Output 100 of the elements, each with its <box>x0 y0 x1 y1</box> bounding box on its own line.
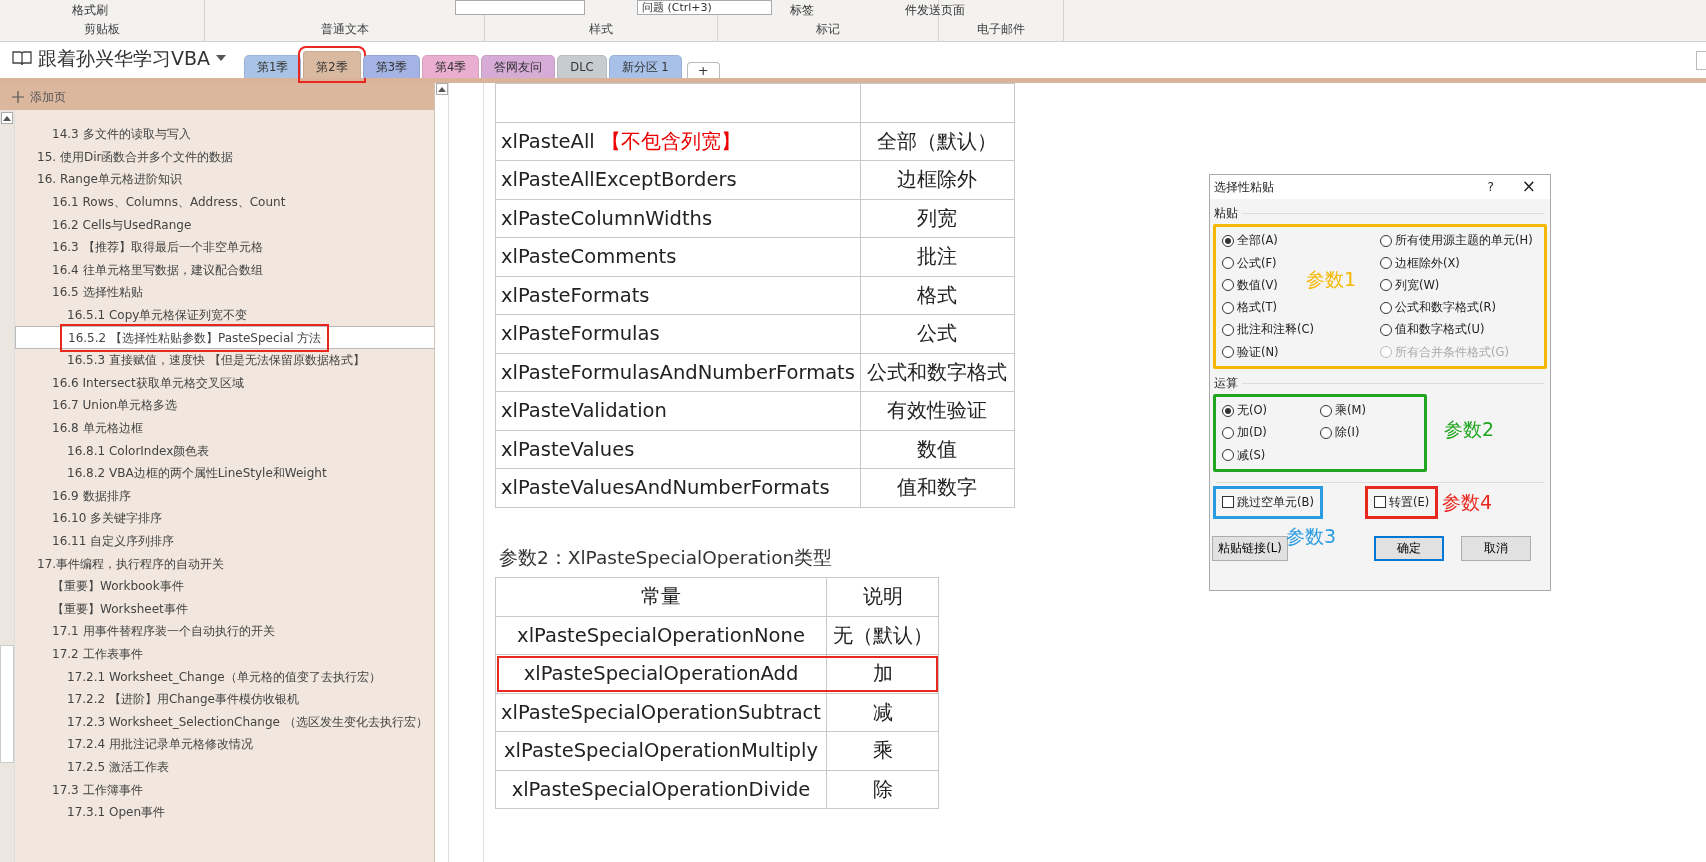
radio-button[interactable] <box>1222 301 1234 314</box>
option-label[interactable]: 值和数字格式(U) <box>1395 321 1485 339</box>
page-item[interactable]: 17.2 工作表事件 <box>52 644 143 663</box>
option-label[interactable]: 数值(V) <box>1237 276 1278 294</box>
page-item[interactable]: 15. 使用Dir函数合并多个文件的数据 <box>37 147 234 166</box>
option-label[interactable]: 加(D) <box>1237 424 1267 442</box>
page-item[interactable]: 17.3 工作簿事件 <box>52 780 143 799</box>
page-item[interactable]: 16.8 单元格边框 <box>52 419 143 437</box>
page-item[interactable]: 【重要】Worksheet事件 <box>52 599 188 618</box>
option-label[interactable]: 无(O) <box>1237 402 1268 420</box>
radio-button[interactable] <box>1222 426 1234 439</box>
radio-button[interactable] <box>1222 234 1234 247</box>
add-tab-button[interactable]: + <box>686 62 720 78</box>
section-tab[interactable]: 第4季 <box>422 54 480 78</box>
annotation-label: 参数1 <box>1306 267 1357 293</box>
notebook-title[interactable]: 跟着孙兴华学习VBA <box>38 43 211 72</box>
dropdown-field[interactable] <box>455 0 585 15</box>
section-tab[interactable]: 第1季 <box>244 54 302 78</box>
radio-button[interactable] <box>1380 279 1392 292</box>
page-item[interactable]: 16.11 自定义序列排序 <box>52 532 175 550</box>
section-tab[interactable]: DLC <box>557 54 607 78</box>
scroll-thumb[interactable] <box>0 645 14 763</box>
option-label[interactable]: 减(S) <box>1237 446 1266 464</box>
radio-button[interactable] <box>1222 279 1234 292</box>
option-label[interactable]: 乘(M) <box>1335 402 1366 420</box>
page-item[interactable]: 16.4 往单元格里写数据，建议配合数组 <box>52 260 263 279</box>
checkbox[interactable] <box>1374 496 1386 509</box>
checkbox-label[interactable]: 跳过空单元(B) <box>1237 493 1314 511</box>
page-item[interactable]: 16. Range单元格进阶知识 <box>37 170 182 189</box>
column-header: 常量 <box>495 577 827 617</box>
annotation-label: 参数4 <box>1442 489 1493 515</box>
option-label[interactable]: 验证(N) <box>1237 343 1279 361</box>
close-button[interactable]: × <box>1521 174 1536 200</box>
notebook-icon <box>12 49 32 66</box>
option-label[interactable]: 除(I) <box>1335 424 1360 442</box>
option-label[interactable]: 批注和注释(C) <box>1237 321 1314 339</box>
add-page-button[interactable]: 添加页 <box>30 87 66 106</box>
radio-button[interactable] <box>1222 449 1234 462</box>
radio-button[interactable] <box>1222 257 1234 270</box>
page-item[interactable]: 16.3 【推荐】取得最后一个非空单元格 <box>52 238 263 257</box>
dialog-button[interactable]: 粘贴链接(L) <box>1212 535 1288 561</box>
radio-button[interactable] <box>1380 257 1392 270</box>
ribbon-button[interactable]: 格式刷 <box>72 1 108 19</box>
dialog-button[interactable]: 确定 <box>1374 535 1444 561</box>
dialog-button[interactable]: 取消 <box>1461 535 1531 561</box>
page-item[interactable]: 16.8.1 ColorIndex颜色表 <box>67 441 210 460</box>
page-item[interactable]: 17.2.1 Worksheet_Change（单元格的值变了去执行宏） <box>67 667 381 686</box>
option-label[interactable]: 边框除外(X) <box>1395 254 1460 272</box>
group-label: 运算 <box>1214 374 1238 392</box>
page-item[interactable]: 16.5.1 Copy单元格保证列宽不变 <box>67 306 248 325</box>
scrollbar[interactable] <box>0 110 15 862</box>
option-label[interactable]: 列宽(W) <box>1395 276 1440 294</box>
radio-button[interactable] <box>1380 323 1392 336</box>
page-item[interactable]: 【重要】Workbook事件 <box>52 577 184 596</box>
table-cell: 加 <box>826 654 939 694</box>
page-item[interactable]: 17.2.3 Worksheet_SelectionChange （选区发生变化去执行宏） <box>67 712 428 731</box>
page-item[interactable]: 16.1 Rows、Columns、Address、Count <box>52 193 286 212</box>
option-label[interactable]: 全部(A) <box>1237 232 1278 250</box>
radio-button[interactable] <box>1380 234 1392 247</box>
ribbon-button[interactable]: 标签 <box>790 1 814 19</box>
page-item[interactable]: 17.事件编程，执行程序的自动开关 <box>37 554 225 573</box>
page-item[interactable]: 16.2 Cells与UsedRange <box>52 215 192 234</box>
section-tab[interactable]: 答网友问 <box>481 54 556 78</box>
option-label[interactable]: 公式(F) <box>1237 254 1277 272</box>
page-item[interactable]: 16.7 Union单元格多选 <box>52 396 178 415</box>
radio-button[interactable] <box>1380 301 1392 314</box>
table-cell: 值和数字 <box>860 468 1015 507</box>
page-item[interactable]: 16.5.3 直接赋值，速度快 【但是无法保留原数据格式】 <box>67 351 365 370</box>
page-item[interactable]: 16.6 Intersect获取单元格交叉区域 <box>52 373 244 392</box>
page-item[interactable]: 17.2.4 用批注记录单元格修改情况 <box>67 735 253 754</box>
section-tab[interactable]: 新分区 1 <box>608 54 682 78</box>
search-field[interactable] <box>1696 51 1706 70</box>
caret-icon[interactable] <box>216 54 227 61</box>
radio-button[interactable] <box>1320 404 1332 417</box>
scroll-up-icon[interactable] <box>435 83 448 95</box>
page-item[interactable]: 16.8.2 VBA边框的两个属性LineStyle和Weight <box>67 464 327 483</box>
page-item[interactable]: 17.1 用事件替程序装一个自动执行的开关 <box>52 622 275 641</box>
page-item[interactable]: 16.10 多关键字排序 <box>52 509 163 528</box>
page-item[interactable]: 17.3.1 Open事件 <box>67 803 166 822</box>
page-item[interactable]: 14.3 多文件的读取与写入 <box>52 125 191 144</box>
ribbon-button[interactable]: 件发送页面 <box>905 1 965 19</box>
scroll-up-icon[interactable] <box>1 112 13 124</box>
page-item[interactable]: 17.2.5 激活工作表 <box>67 757 169 776</box>
radio-button[interactable] <box>1320 426 1332 439</box>
section-tab[interactable]: 第3季 <box>362 54 420 78</box>
plus-icon[interactable] <box>12 90 24 103</box>
page-item[interactable]: 17.2.2 【进阶】用Change事件模仿收银机 <box>67 690 299 709</box>
option-label[interactable]: 公式和数字格式(R) <box>1395 299 1496 317</box>
checkbox-label[interactable]: 转置(E) <box>1389 493 1430 511</box>
help-button[interactable]: ? <box>1487 178 1494 196</box>
option-label[interactable]: 所有使用源主题的单元(H) <box>1395 232 1533 250</box>
radio-button[interactable] <box>1222 346 1234 359</box>
option-label[interactable]: 格式(T) <box>1237 299 1277 317</box>
radio-button[interactable] <box>1222 404 1234 417</box>
dropdown-field[interactable]: 问题 (Ctrl+3) <box>637 0 772 15</box>
page-item[interactable]: 16.9 数据排序 <box>52 486 131 505</box>
page-item[interactable]: 16.5 选择性粘贴 <box>52 283 143 302</box>
checkbox[interactable] <box>1222 496 1234 509</box>
radio-button[interactable] <box>1222 323 1234 336</box>
page-item[interactable]: 16.5.2 【选择性粘贴参数】PasteSpecial 方法 <box>60 323 330 352</box>
